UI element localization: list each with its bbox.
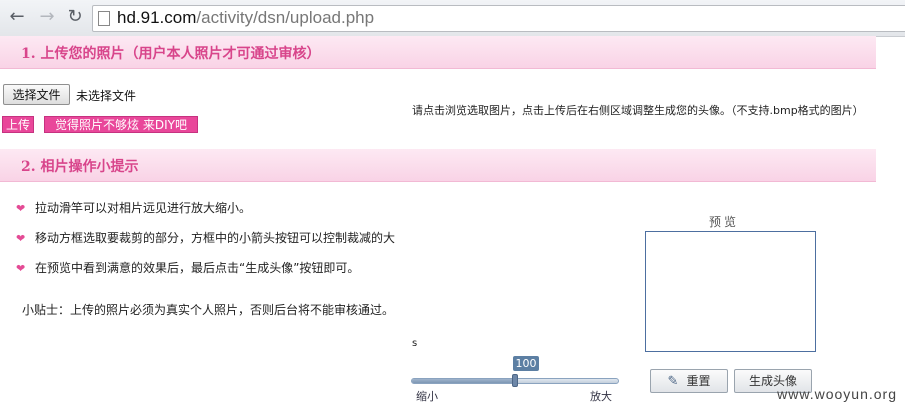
browser-toolbar: ← → ↻ hd.91.com/activity/dsn/upload.php bbox=[0, 0, 905, 37]
url-text: hd.91.com/activity/dsn/upload.php bbox=[117, 6, 374, 30]
section-tips-title: 2. 相片操作小提示 bbox=[21, 159, 139, 175]
watermark-text: www.wooyun.org bbox=[777, 386, 897, 402]
forward-arrow-icon[interactable]: → bbox=[36, 6, 58, 28]
slider-mark: s bbox=[412, 338, 418, 349]
diy-button[interactable]: 觉得照片不够炫 来DIY吧 bbox=[44, 116, 198, 133]
back-arrow-icon[interactable]: ← bbox=[6, 6, 28, 28]
url-path: /activity/dsn/upload.php bbox=[196, 8, 375, 27]
zoom-slider-handle[interactable] bbox=[512, 374, 518, 387]
tip-item: ❤ 移动方框选取要裁剪的部分，方框中的小箭头按钮可以控制裁减的大 bbox=[16, 229, 395, 246]
url-domain: hd.91.com bbox=[117, 8, 197, 27]
tip-note: 小贴士：上传的照片必须为真实个人照片，否则后台将不能审核通过。 bbox=[22, 303, 395, 317]
section-tips-header: 2. 相片操作小提示 bbox=[0, 149, 876, 182]
file-status-text: 未选择文件 bbox=[76, 89, 137, 103]
tip-text: 拉动滑竿可以对相片远见进行放大缩小。 bbox=[35, 201, 252, 215]
address-bar[interactable]: hd.91.com/activity/dsn/upload.php bbox=[92, 5, 905, 32]
reload-icon[interactable]: ↻ bbox=[64, 6, 86, 28]
upload-hint-text: 请点击浏览选取图片，点击上传后在右侧区域调整生成您的头像。（不支持.bmp格式的… bbox=[412, 104, 864, 117]
heart-icon: ❤ bbox=[16, 262, 26, 275]
upload-button[interactable]: 上传 bbox=[2, 116, 34, 133]
zoom-in-label: 放大 bbox=[590, 390, 612, 403]
tip-item: ❤ 拉动滑竿可以对相片远见进行放大缩小。 bbox=[16, 199, 251, 216]
zoom-out-label: 缩小 bbox=[416, 390, 438, 403]
section-upload-title: 1. 上传您的照片（用户本人照片才可通过审核） bbox=[21, 46, 321, 62]
reset-button-label: 重置 bbox=[686, 374, 711, 388]
preview-label: 预览 bbox=[709, 215, 740, 229]
tip-text: 在预览中看到满意的效果后，最后点击“生成头像”按钮即可。 bbox=[35, 261, 360, 275]
tip-text: 移动方框选取要裁剪的部分，方框中的小箭头按钮可以控制裁减的大 bbox=[35, 231, 396, 245]
preview-box bbox=[645, 231, 816, 352]
page-icon bbox=[98, 11, 110, 26]
tip-item: ❤ 在预览中看到满意的效果后，最后点击“生成头像”按钮即可。 bbox=[16, 259, 359, 276]
choose-file-button[interactable]: 选择文件 bbox=[3, 84, 70, 105]
zoom-value-label: 100 bbox=[513, 356, 539, 371]
reset-button[interactable]: ✎ 重置 bbox=[650, 369, 728, 393]
reset-icon: ✎ bbox=[667, 374, 679, 389]
heart-icon: ❤ bbox=[16, 232, 26, 245]
zoom-slider-fill bbox=[412, 379, 516, 383]
heart-icon: ❤ bbox=[16, 202, 26, 215]
section-upload-header: 1. 上传您的照片（用户本人照片才可通过审核） bbox=[0, 36, 876, 69]
